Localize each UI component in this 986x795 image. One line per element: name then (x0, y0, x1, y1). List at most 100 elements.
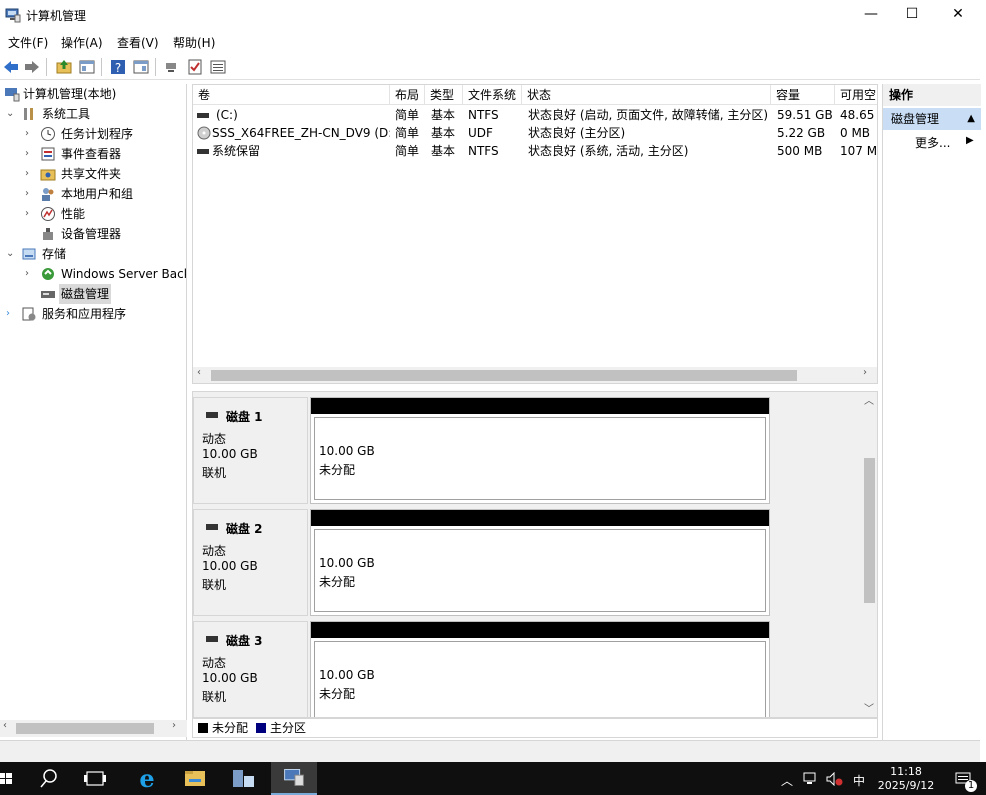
column-header-type[interactable]: 类型 (425, 85, 463, 105)
actions-section-disk-management[interactable]: 磁盘管理 ▲ (883, 108, 981, 130)
tree-item-event-viewer[interactable]: › 事件查看器 (0, 144, 186, 164)
column-header-filesystem[interactable]: 文件系统 (463, 85, 522, 105)
tree-item-device-manager[interactable]: 设备管理器 (0, 224, 186, 244)
forward-arrow-icon[interactable] (23, 58, 41, 76)
up-folder-icon[interactable] (55, 58, 73, 76)
search-icon[interactable] (26, 762, 72, 795)
table-row[interactable]: 系统保留 简单 基本 NTFS 状态良好 (系统, 活动, 主分区) 500 M… (193, 142, 877, 160)
submenu-arrow-icon[interactable]: ▶ (966, 135, 974, 146)
chevron-right-icon[interactable]: › (25, 184, 35, 204)
partition-region[interactable]: 10.00 GB 未分配 (314, 641, 766, 717)
properties-icon[interactable] (132, 58, 150, 76)
collapse-up-icon[interactable]: ▲ (967, 108, 975, 130)
menu-file[interactable]: 文件(F) (8, 34, 48, 51)
ime-indicator[interactable]: 中 (853, 772, 865, 789)
start-icon[interactable] (0, 762, 12, 795)
tree-horizontal-scrollbar[interactable]: ‹ › (0, 720, 187, 737)
minimize-button[interactable]: — (848, 0, 894, 30)
partition-label: 未分配 (319, 463, 356, 477)
volume-icon (197, 149, 209, 154)
chevron-right-icon[interactable]: › (25, 144, 35, 164)
column-header-volume[interactable]: 卷 (193, 85, 390, 105)
tree-item-shared-folders[interactable]: › 共享文件夹 (0, 164, 186, 184)
partition-region[interactable]: 10.00 GB 未分配 (314, 417, 766, 500)
scroll-left-arrow-icon[interactable]: ‹ (197, 367, 201, 378)
unallocated-bar (311, 510, 769, 526)
volume-muted-icon[interactable] (826, 772, 844, 786)
menu-help[interactable]: 帮助(H) (173, 34, 215, 51)
help-icon[interactable]: ? (109, 58, 127, 76)
partition-region[interactable]: 10.00 GB 未分配 (314, 529, 766, 612)
tree-item-storage[interactable]: ⌄ 存储 (0, 244, 186, 264)
partition-block[interactable]: 10.00 GB 未分配 (310, 397, 770, 504)
tree-item-root[interactable]: 计算机管理(本地) (0, 84, 186, 104)
tree-item-local-users[interactable]: › 本地用户和组 (0, 184, 186, 204)
checklist-icon[interactable] (186, 58, 204, 76)
more-actions-link[interactable]: 更多... (915, 134, 950, 151)
file-explorer-icon[interactable] (172, 762, 218, 795)
scrollbar-thumb[interactable] (864, 458, 875, 603)
task-view-icon[interactable] (72, 762, 118, 795)
volume-status: 状态良好 (启动, 页面文件, 故障转储, 主分区) (528, 108, 769, 122)
disk-name: 磁盘 1 (226, 410, 263, 424)
disk-info[interactable]: 磁盘 1 动态 10.00 GB 联机 (193, 397, 308, 504)
column-header-status[interactable]: 状态 (522, 85, 771, 105)
volume-layout: 简单 (395, 144, 420, 158)
menu-action[interactable]: 操作(A) (61, 34, 103, 51)
scrollbar-thumb[interactable] (211, 370, 797, 381)
tree-item-services-apps[interactable]: › 服务和应用程序 (0, 304, 186, 324)
chevron-right-icon[interactable]: › (6, 304, 16, 324)
tree-item-task-scheduler[interactable]: › 任务计划程序 (0, 124, 186, 144)
chevron-down-icon[interactable]: ⌄ (6, 104, 16, 124)
disk-info[interactable]: 磁盘 3 动态 10.00 GB 联机 (193, 621, 308, 717)
chevron-down-icon[interactable]: ⌄ (6, 244, 16, 264)
list-view-icon[interactable] (209, 58, 227, 76)
table-row[interactable]: (C:) 简单 基本 NTFS 状态良好 (启动, 页面文件, 故障转储, 主分… (193, 106, 877, 124)
performance-icon (41, 207, 55, 221)
volume-type: 基本 (431, 126, 456, 140)
scroll-right-arrow-icon[interactable]: › (863, 367, 867, 378)
close-button[interactable]: ✕ (935, 0, 981, 30)
chevron-right-icon[interactable]: › (25, 204, 35, 224)
menu-view[interactable]: 查看(V) (117, 34, 159, 51)
volume-name: (C:) (216, 108, 238, 122)
scroll-right-arrow-icon[interactable]: › (172, 720, 176, 731)
volume-status: 状态良好 (主分区) (528, 126, 626, 140)
disk-info[interactable]: 磁盘 2 动态 10.00 GB 联机 (193, 509, 308, 616)
tray-overflow-icon[interactable]: ︿ (781, 772, 793, 789)
back-arrow-icon[interactable] (2, 58, 20, 76)
clock[interactable]: 11:18 2025/9/12 (876, 765, 936, 793)
disk-view-vertical-scrollbar[interactable]: ︿ ﹀ (861, 392, 877, 717)
toolbar: ? (0, 54, 980, 80)
scroll-up-arrow-icon[interactable]: ︿ (864, 392, 874, 407)
partition-size: 10.00 GB (319, 668, 375, 682)
network-icon[interactable] (803, 772, 819, 786)
server-manager-icon[interactable] (220, 762, 266, 795)
chevron-right-icon[interactable]: › (25, 124, 35, 144)
table-row[interactable]: SSS_X64FREE_ZH-CN_DV9 (D:) 简单 基本 UDF 状态良… (193, 124, 877, 142)
volume-list-horizontal-scrollbar[interactable]: ‹ › (193, 367, 877, 383)
disk-row: 磁盘 1 动态 10.00 GB 联机 10.00 GB 未分配 (193, 392, 861, 504)
connect-icon[interactable] (163, 58, 181, 76)
tree-item-performance[interactable]: › 性能 (0, 204, 186, 224)
column-header-free-space[interactable]: 可用空 (835, 85, 877, 105)
disk-size: 10.00 GB (202, 447, 258, 461)
partition-block[interactable]: 10.00 GB 未分配 (310, 509, 770, 616)
chevron-right-icon[interactable]: › (25, 264, 35, 284)
chevron-right-icon[interactable]: › (25, 164, 35, 184)
tree-item-system-tools[interactable]: ⌄ 系统工具 (0, 104, 186, 124)
scroll-left-arrow-icon[interactable]: ‹ (3, 720, 7, 731)
internet-explorer-icon[interactable]: e (124, 762, 170, 795)
users-icon (42, 188, 54, 201)
tree-item-disk-management[interactable]: 磁盘管理 (0, 284, 186, 304)
column-header-layout[interactable]: 布局 (390, 85, 425, 105)
disk-row: 磁盘 3 动态 10.00 GB 联机 10.00 GB 未分配 (193, 616, 861, 717)
show-hide-tree-icon[interactable] (78, 58, 96, 76)
computer-management-taskbar-icon[interactable] (271, 762, 317, 795)
tree-item-windows-server-backup[interactable]: › Windows Server Back (0, 264, 186, 284)
partition-block[interactable]: 10.00 GB 未分配 (310, 621, 770, 717)
maximize-button[interactable]: ☐ (889, 0, 935, 30)
scrollbar-thumb[interactable] (16, 723, 154, 734)
column-header-capacity[interactable]: 容量 (771, 85, 835, 105)
scroll-down-arrow-icon[interactable]: ﹀ (864, 700, 874, 715)
